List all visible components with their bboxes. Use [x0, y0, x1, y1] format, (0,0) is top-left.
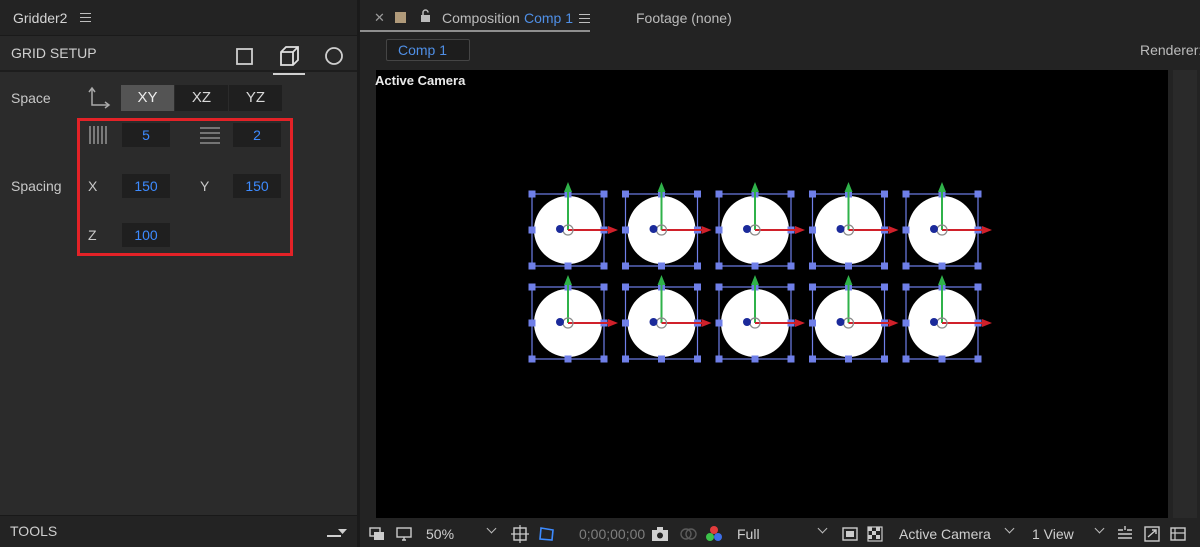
- mask-visibility-icon[interactable]: [537, 524, 557, 544]
- toggle-pixel-aspect-icon[interactable]: [1115, 524, 1135, 544]
- circle-icon: [325, 47, 343, 65]
- snapshot-panel-icon[interactable]: [368, 525, 386, 543]
- space-xz-button[interactable]: XZ: [175, 85, 228, 111]
- grid-layer[interactable]: [528, 275, 619, 363]
- cube-mode-button[interactable]: [273, 42, 305, 75]
- zoom-select[interactable]: 50%: [426, 524, 454, 544]
- composition-panel: ✕ Composition Comp 1 Footage (none) Comp…: [360, 0, 1200, 547]
- gridder-panel: Gridder2 GRID SETUP Space XY XZ YZ 5 2 S…: [0, 0, 357, 547]
- lock-icon[interactable]: [420, 9, 431, 23]
- grid-layer[interactable]: [622, 275, 712, 363]
- viewer-toolbar: 50% 0;00;00;00 Full Active Camera 1 View: [360, 521, 1200, 547]
- active-tab-underline: [360, 30, 590, 32]
- grid-setup-header: GRID SETUP: [0, 36, 357, 75]
- tools-title: TOOLS: [10, 523, 58, 539]
- fast-previews-icon[interactable]: [1142, 524, 1162, 544]
- grid-layer[interactable]: [902, 182, 993, 270]
- renderer-label[interactable]: Renderer:: [1140, 42, 1200, 58]
- tab-menu-icon[interactable]: [579, 14, 590, 23]
- collapse-arrow-icon[interactable]: [326, 525, 348, 539]
- cube-icon: [280, 46, 299, 66]
- resolution-select[interactable]: Full: [737, 524, 760, 544]
- breadcrumb-bar: Comp 1 Renderer:: [360, 36, 1200, 68]
- views-chevron-down-icon[interactable]: [1094, 523, 1105, 534]
- panel-menu-icon[interactable]: [80, 13, 91, 22]
- active-camera-label: Active Camera: [375, 73, 466, 88]
- grid-layer[interactable]: [715, 182, 806, 270]
- composition-tab-bar: ✕ Composition Comp 1 Footage (none): [360, 0, 1200, 36]
- viewer-canvas: [528, 182, 993, 363]
- color-channels-icon[interactable]: [704, 524, 724, 544]
- zoom-chevron-down-icon[interactable]: [486, 523, 497, 534]
- grid-layer[interactable]: [809, 275, 899, 363]
- spacing-label: Spacing: [11, 178, 62, 194]
- circle-mode-button[interactable]: [318, 42, 350, 70]
- grid-guides-icon[interactable]: [510, 524, 530, 544]
- panel-title: Gridder2: [13, 10, 68, 26]
- close-tab-icon[interactable]: ✕: [374, 10, 385, 26]
- composition-tab-label[interactable]: Composition: [442, 10, 520, 26]
- timeline-icon[interactable]: [1168, 524, 1188, 544]
- grid-layer[interactable]: [622, 182, 712, 270]
- composition-tab-name[interactable]: Comp 1: [524, 10, 573, 26]
- timecode[interactable]: 0;00;00;00: [579, 524, 645, 544]
- grid-layer[interactable]: [715, 275, 806, 363]
- camera-snapshot-icon[interactable]: [650, 525, 670, 543]
- panel-tab[interactable]: Gridder2: [0, 0, 357, 36]
- app-window: Gridder2 GRID SETUP Space XY XZ YZ 5 2 S…: [0, 0, 1200, 547]
- camera-chevron-down-icon[interactable]: [1004, 523, 1015, 534]
- composition-viewer[interactable]: [376, 70, 1168, 518]
- space-label: Space: [11, 90, 51, 106]
- resolution-chevron-down-icon[interactable]: [817, 523, 828, 534]
- grid-layer[interactable]: [809, 182, 899, 270]
- transparency-grid-icon[interactable]: [866, 525, 884, 543]
- grid-layer[interactable]: [902, 275, 993, 363]
- camera-view-select[interactable]: Active Camera: [899, 524, 991, 544]
- square-icon: [236, 48, 253, 65]
- space-yz-button[interactable]: YZ: [229, 85, 282, 111]
- composition-color-icon: [395, 12, 406, 23]
- monitor-icon[interactable]: [395, 525, 413, 543]
- view-layout-select[interactable]: 1 View: [1032, 524, 1074, 544]
- square-mode-button[interactable]: [228, 42, 260, 70]
- space-xy-button[interactable]: XY: [121, 85, 174, 111]
- footage-tab[interactable]: Footage (none): [636, 10, 732, 26]
- tools-section[interactable]: TOOLS: [0, 515, 357, 547]
- highlight-box: [77, 118, 293, 256]
- region-of-interest-icon[interactable]: [841, 525, 859, 543]
- show-snapshot-icon[interactable]: [678, 525, 698, 543]
- section-title: GRID SETUP: [11, 45, 97, 61]
- comp-breadcrumb[interactable]: Comp 1: [386, 39, 470, 61]
- axes-icon: [88, 86, 111, 109]
- viewer-scroll-area[interactable]: [1173, 70, 1197, 518]
- grid-layer[interactable]: [528, 182, 619, 270]
